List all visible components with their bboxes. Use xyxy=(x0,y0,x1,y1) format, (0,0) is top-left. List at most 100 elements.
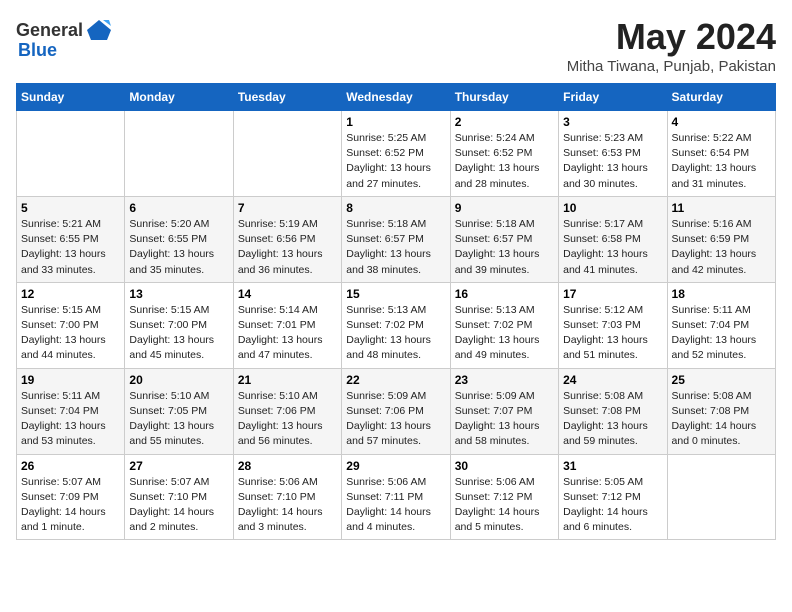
calendar-cell: 4 Sunrise: 5:22 AMSunset: 6:54 PMDaylight… xyxy=(667,111,775,197)
day-number: 4 xyxy=(672,115,771,129)
weekday-wednesday: Wednesday xyxy=(342,84,450,111)
calendar-week-4: 19Sunrise: 5:11 AMSunset: 7:04 PMDayligh… xyxy=(17,368,776,454)
calendar-week-2: 5 Sunrise: 5:21 AMSunset: 6:55 PMDaylight… xyxy=(17,196,776,282)
logo-icon xyxy=(85,16,113,44)
calendar-cell: 19Sunrise: 5:11 AMSunset: 7:04 PMDayligh… xyxy=(17,368,125,454)
day-info: Sunrise: 5:23 AMSunset: 6:53 PMDaylight:… xyxy=(563,131,662,192)
calendar-cell: 10 Sunrise: 5:17 AMSunset: 6:58 PMDayligh… xyxy=(559,196,667,282)
day-number: 12 xyxy=(21,287,120,301)
weekday-header-row: SundayMondayTuesdayWednesdayThursdayFrid… xyxy=(17,84,776,111)
day-number: 11 xyxy=(672,201,771,215)
day-number: 10 xyxy=(563,201,662,215)
logo-blue-text: Blue xyxy=(18,40,57,61)
logo-general-text: General xyxy=(16,20,83,41)
weekday-saturday: Saturday xyxy=(667,84,775,111)
day-number: 28 xyxy=(238,459,337,473)
calendar-cell: 7Sunrise: 5:19 AMSunset: 6:56 PMDaylight… xyxy=(233,196,341,282)
calendar-cell xyxy=(233,111,341,197)
weekday-thursday: Thursday xyxy=(450,84,558,111)
day-number: 16 xyxy=(455,287,554,301)
day-number: 9 xyxy=(455,201,554,215)
day-number: 17 xyxy=(563,287,662,301)
calendar-week-3: 12 Sunrise: 5:15 AMSunset: 7:00 PMDayligh… xyxy=(17,282,776,368)
day-info: Sunrise: 5:07 AMSunset: 7:10 PMDaylight:… xyxy=(129,475,228,536)
weekday-sunday: Sunday xyxy=(17,84,125,111)
day-number: 8 xyxy=(346,201,445,215)
day-info: Sunrise: 5:06 AMSunset: 7:12 PMDaylight:… xyxy=(455,475,554,536)
day-number: 5 xyxy=(21,201,120,215)
day-number: 23 xyxy=(455,373,554,387)
calendar-cell: 23 Sunrise: 5:09 AMSunset: 7:07 PMDayligh… xyxy=(450,368,558,454)
day-number: 1 xyxy=(346,115,445,129)
day-info: Sunrise: 5:09 AMSunset: 7:06 PMDaylight:… xyxy=(346,389,445,450)
calendar-cell: 9Sunrise: 5:18 AMSunset: 6:57 PMDaylight… xyxy=(450,196,558,282)
title-block: May 2024 Mitha Tiwana, Punjab, Pakistan xyxy=(567,16,776,75)
day-info: Sunrise: 5:12 AMSunset: 7:03 PMDaylight:… xyxy=(563,303,662,364)
day-number: 14 xyxy=(238,287,337,301)
calendar-cell: 20Sunrise: 5:10 AMSunset: 7:05 PMDayligh… xyxy=(125,368,233,454)
day-info: Sunrise: 5:13 AMSunset: 7:02 PMDaylight:… xyxy=(346,303,445,364)
day-info: Sunrise: 5:18 AMSunset: 6:57 PMDaylight:… xyxy=(346,217,445,278)
calendar-cell: 5 Sunrise: 5:21 AMSunset: 6:55 PMDaylight… xyxy=(17,196,125,282)
day-info: Sunrise: 5:08 AMSunset: 7:08 PMDaylight:… xyxy=(563,389,662,450)
calendar-table: SundayMondayTuesdayWednesdayThursdayFrid… xyxy=(16,83,776,540)
calendar-week-5: 26 Sunrise: 5:07 AMSunset: 7:09 PMDayligh… xyxy=(17,454,776,540)
calendar-cell: 16 Sunrise: 5:13 AMSunset: 7:02 PMDayligh… xyxy=(450,282,558,368)
day-info: Sunrise: 5:24 AMSunset: 6:52 PMDaylight:… xyxy=(455,131,554,192)
calendar-cell xyxy=(125,111,233,197)
calendar-cell: 25Sunrise: 5:08 AMSunset: 7:08 PMDayligh… xyxy=(667,368,775,454)
calendar-cell: 24 Sunrise: 5:08 AMSunset: 7:08 PMDayligh… xyxy=(559,368,667,454)
day-info: Sunrise: 5:17 AMSunset: 6:58 PMDaylight:… xyxy=(563,217,662,278)
page-header: General Blue May 2024 Mitha Tiwana, Punj… xyxy=(16,16,776,75)
calendar-cell: 22 Sunrise: 5:09 AMSunset: 7:06 PMDayligh… xyxy=(342,368,450,454)
day-number: 7 xyxy=(238,201,337,215)
calendar-cell: 11 Sunrise: 5:16 AMSunset: 6:59 PMDayligh… xyxy=(667,196,775,282)
day-info: Sunrise: 5:22 AMSunset: 6:54 PMDaylight:… xyxy=(672,131,771,192)
day-number: 25 xyxy=(672,373,771,387)
day-info: Sunrise: 5:06 AMSunset: 7:10 PMDaylight:… xyxy=(238,475,337,536)
day-number: 15 xyxy=(346,287,445,301)
calendar-cell: 31Sunrise: 5:05 AMSunset: 7:12 PMDayligh… xyxy=(559,454,667,540)
day-info: Sunrise: 5:06 AMSunset: 7:11 PMDaylight:… xyxy=(346,475,445,536)
month-title: May 2024 xyxy=(567,16,776,58)
day-info: Sunrise: 5:21 AMSunset: 6:55 PMDaylight:… xyxy=(21,217,120,278)
logo: General Blue xyxy=(16,16,113,61)
day-info: Sunrise: 5:25 AMSunset: 6:52 PMDaylight:… xyxy=(346,131,445,192)
day-info: Sunrise: 5:15 AMSunset: 7:00 PMDaylight:… xyxy=(21,303,120,364)
calendar-cell: 30 Sunrise: 5:06 AMSunset: 7:12 PMDayligh… xyxy=(450,454,558,540)
day-number: 6 xyxy=(129,201,228,215)
day-info: Sunrise: 5:14 AMSunset: 7:01 PMDaylight:… xyxy=(238,303,337,364)
day-info: Sunrise: 5:11 AMSunset: 7:04 PMDaylight:… xyxy=(672,303,771,364)
weekday-tuesday: Tuesday xyxy=(233,84,341,111)
day-number: 2 xyxy=(455,115,554,129)
day-info: Sunrise: 5:16 AMSunset: 6:59 PMDaylight:… xyxy=(672,217,771,278)
calendar-cell: 14 Sunrise: 5:14 AMSunset: 7:01 PMDayligh… xyxy=(233,282,341,368)
calendar-cell: 1 Sunrise: 5:25 AMSunset: 6:52 PMDaylight… xyxy=(342,111,450,197)
day-info: Sunrise: 5:07 AMSunset: 7:09 PMDaylight:… xyxy=(21,475,120,536)
day-number: 22 xyxy=(346,373,445,387)
day-number: 21 xyxy=(238,373,337,387)
day-info: Sunrise: 5:11 AMSunset: 7:04 PMDaylight:… xyxy=(21,389,120,450)
day-info: Sunrise: 5:10 AMSunset: 7:06 PMDaylight:… xyxy=(238,389,337,450)
calendar-cell: 13 Sunrise: 5:15 AMSunset: 7:00 PMDayligh… xyxy=(125,282,233,368)
day-number: 26 xyxy=(21,459,120,473)
day-info: Sunrise: 5:13 AMSunset: 7:02 PMDaylight:… xyxy=(455,303,554,364)
calendar-cell: 29 Sunrise: 5:06 AMSunset: 7:11 PMDayligh… xyxy=(342,454,450,540)
day-info: Sunrise: 5:09 AMSunset: 7:07 PMDaylight:… xyxy=(455,389,554,450)
day-info: Sunrise: 5:10 AMSunset: 7:05 PMDaylight:… xyxy=(129,389,228,450)
calendar-body: 1 Sunrise: 5:25 AMSunset: 6:52 PMDaylight… xyxy=(17,111,776,540)
calendar-cell: 28 Sunrise: 5:06 AMSunset: 7:10 PMDayligh… xyxy=(233,454,341,540)
day-number: 30 xyxy=(455,459,554,473)
day-number: 24 xyxy=(563,373,662,387)
day-info: Sunrise: 5:20 AMSunset: 6:55 PMDaylight:… xyxy=(129,217,228,278)
day-number: 18 xyxy=(672,287,771,301)
day-number: 29 xyxy=(346,459,445,473)
location-title: Mitha Tiwana, Punjab, Pakistan xyxy=(567,58,776,75)
calendar-cell: 26 Sunrise: 5:07 AMSunset: 7:09 PMDayligh… xyxy=(17,454,125,540)
day-number: 13 xyxy=(129,287,228,301)
calendar-week-1: 1 Sunrise: 5:25 AMSunset: 6:52 PMDaylight… xyxy=(17,111,776,197)
day-info: Sunrise: 5:15 AMSunset: 7:00 PMDaylight:… xyxy=(129,303,228,364)
calendar-cell: 3Sunrise: 5:23 AMSunset: 6:53 PMDaylight… xyxy=(559,111,667,197)
calendar-cell: 6 Sunrise: 5:20 AMSunset: 6:55 PMDaylight… xyxy=(125,196,233,282)
calendar-cell: 17 Sunrise: 5:12 AMSunset: 7:03 PMDayligh… xyxy=(559,282,667,368)
